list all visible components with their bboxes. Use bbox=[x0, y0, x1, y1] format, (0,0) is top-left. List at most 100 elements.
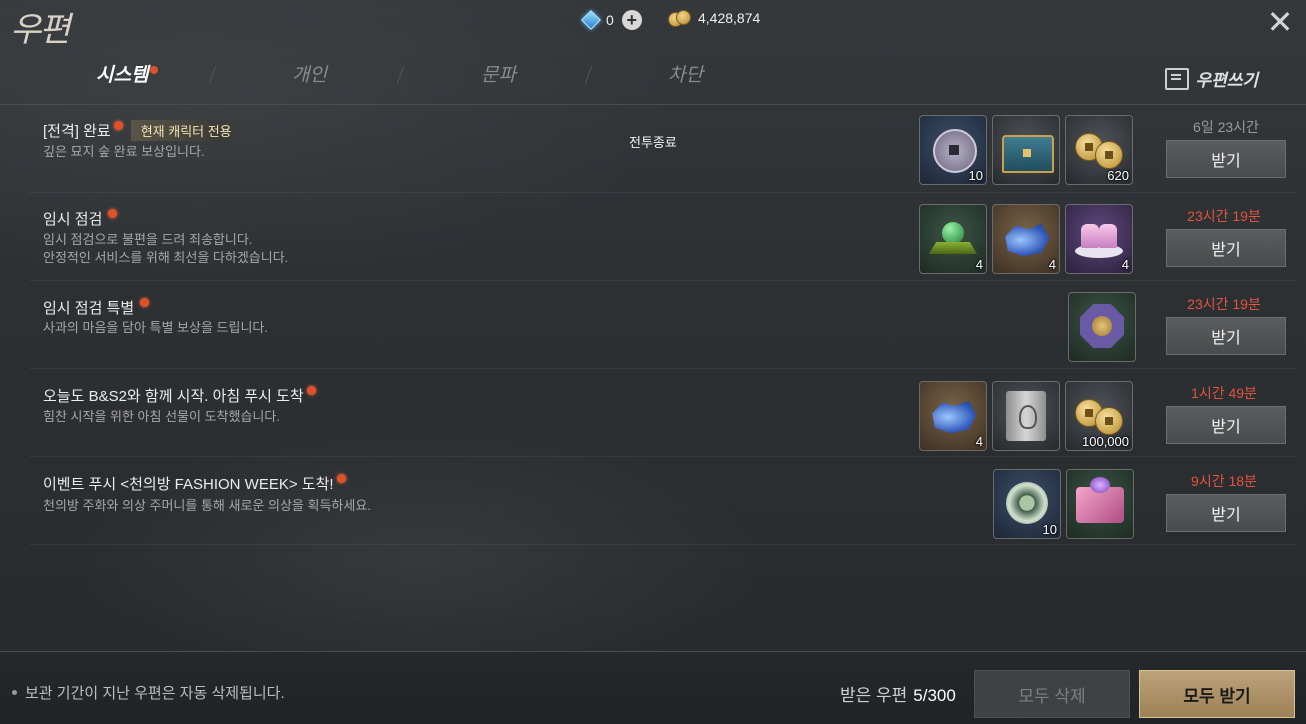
mail-status: 전투종료 bbox=[629, 135, 677, 150]
tab-system[interactable]: 시스템 bbox=[96, 60, 159, 87]
tab-label: 시스템 bbox=[96, 64, 149, 86]
silver-coin-icon bbox=[933, 129, 977, 173]
mail-count-label: 받은 우편 bbox=[840, 686, 908, 705]
mail-description: 힘찬 시작을 위한 아침 선물이 도착했습니다. bbox=[43, 409, 280, 424]
mail-row[interactable]: [전격] 완료 현재 캐릭터 전용 깊은 묘지 숲 완료 보상입니다. 전투종료… bbox=[0, 105, 1306, 193]
tab-label: 차단 bbox=[668, 64, 703, 86]
expire-time: 23시간 19분 bbox=[1187, 208, 1261, 224]
reward-item[interactable]: 4 bbox=[992, 204, 1060, 274]
tab-personal[interactable]: 개인 bbox=[292, 60, 327, 87]
mail-description: 천의방 주화와 의상 주머니를 통해 새로운 의상을 획득하세요. bbox=[43, 498, 371, 513]
edit-icon bbox=[1165, 67, 1190, 90]
gift-box-icon bbox=[1076, 477, 1124, 523]
new-indicator-icon bbox=[150, 66, 159, 74]
reward-item[interactable]: 4 bbox=[1065, 204, 1133, 274]
reward-item[interactable] bbox=[1068, 292, 1136, 362]
character-only-badge: 현재 캐릭터 전용 bbox=[130, 120, 242, 141]
jade-coin-icon bbox=[1006, 482, 1048, 524]
tab-divider bbox=[396, 66, 405, 84]
item-quantity: 10 bbox=[968, 168, 983, 183]
reward-items: 10 bbox=[993, 469, 1134, 539]
reward-items: 10 620 bbox=[919, 115, 1133, 185]
gold-coins-icon bbox=[1075, 129, 1123, 169]
gem-count: 0 bbox=[606, 12, 614, 28]
blue-gem-icon bbox=[932, 400, 977, 434]
expire-time: 9시간 18분 bbox=[1191, 473, 1257, 489]
octagon-token-icon bbox=[1080, 304, 1124, 348]
reward-items bbox=[1068, 292, 1136, 362]
reward-item[interactable] bbox=[992, 381, 1060, 451]
item-quantity: 100,000 bbox=[1082, 434, 1129, 449]
item-quantity: 4 bbox=[1048, 257, 1056, 272]
claim-button[interactable]: 받기 bbox=[1166, 494, 1286, 532]
delete-all-button[interactable]: 모두 삭제 bbox=[974, 670, 1130, 718]
reward-item[interactable]: 620 bbox=[1065, 115, 1133, 185]
mail-title-text: 이벤트 푸시 <천의방 FASHION WEEK> 도착! bbox=[43, 476, 334, 493]
reward-item[interactable]: 4 bbox=[919, 381, 987, 451]
mail-description: 사과의 마음을 담아 특별 보상을 드립니다. bbox=[43, 320, 268, 335]
close-button[interactable]: ✕ bbox=[1264, 6, 1296, 38]
mail-tabs: 시스템 개인 문파 차단 bbox=[0, 52, 1306, 104]
new-indicator-icon bbox=[113, 121, 123, 130]
item-quantity: 4 bbox=[1121, 257, 1129, 272]
write-mail-button[interactable]: 우편쓰기 bbox=[1165, 66, 1258, 91]
new-indicator-icon bbox=[140, 298, 150, 307]
reward-item[interactable]: 4 bbox=[919, 204, 987, 274]
gold-coin-icon bbox=[668, 10, 691, 27]
claim-button[interactable]: 받기 bbox=[1166, 229, 1286, 267]
auto-delete-notice: 보관 기간이 지난 우편은 자동 삭제됩니다. bbox=[12, 682, 285, 703]
mail-count-value: 5/300 bbox=[913, 686, 956, 705]
mail-row[interactable]: 오늘도 B&S2와 함께 시작. 아침 푸시 도착 힘찬 시작을 위한 아침 선… bbox=[0, 369, 1306, 457]
scroll-icon bbox=[1006, 391, 1046, 441]
reward-item[interactable]: 10 bbox=[919, 115, 987, 185]
mail-description: 깊은 묘지 숲 완료 보상입니다. bbox=[43, 144, 205, 159]
claim-button[interactable]: 받기 bbox=[1166, 140, 1286, 178]
reward-item[interactable] bbox=[992, 115, 1060, 185]
reward-item[interactable]: 10 bbox=[993, 469, 1061, 539]
row-divider bbox=[30, 544, 1296, 545]
tab-blocked[interactable]: 차단 bbox=[668, 60, 703, 87]
window-title: 우편 bbox=[10, 10, 71, 50]
mail-row[interactable]: 임시 점검 임시 점검으로 불편을 드려 죄송합니다. 안정적인 서비스를 위해… bbox=[0, 193, 1306, 281]
gold-count: 4,428,874 bbox=[698, 10, 761, 26]
pink-cake-icon bbox=[1075, 220, 1123, 260]
add-gems-button[interactable]: + bbox=[621, 10, 642, 30]
claim-button[interactable]: 받기 bbox=[1166, 406, 1286, 444]
claim-all-button[interactable]: 모두 받기 bbox=[1139, 670, 1295, 718]
tab-label: 문파 bbox=[481, 64, 516, 86]
reward-item[interactable] bbox=[1066, 469, 1134, 539]
green-orb-icon bbox=[929, 218, 977, 262]
mail-title: 임시 점검 bbox=[43, 208, 118, 229]
write-mail-label: 우편쓰기 bbox=[1195, 71, 1258, 91]
mail-title-text: 임시 점검 bbox=[43, 211, 103, 228]
gold-coins-icon bbox=[1075, 395, 1123, 435]
blue-gem-icon bbox=[1005, 223, 1050, 257]
claim-button[interactable]: 받기 bbox=[1166, 317, 1286, 355]
tab-guild[interactable]: 문파 bbox=[481, 60, 516, 87]
reward-item[interactable]: 100,000 bbox=[1065, 381, 1133, 451]
mail-title: 이벤트 푸시 <천의방 FASHION WEEK> 도착! bbox=[43, 473, 346, 494]
mail-title-text: 오늘도 B&S2와 함께 시작. 아침 푸시 도착 bbox=[43, 388, 304, 405]
expire-time: 1시간 49분 bbox=[1191, 385, 1257, 401]
top-bar: 우편 0 + 4,428,874 ✕ bbox=[0, 0, 1306, 50]
expire-time: 6일 23시간 bbox=[1193, 119, 1259, 135]
mail-title-text: [전격] 완료 bbox=[43, 123, 111, 140]
bullet-icon bbox=[12, 690, 17, 695]
reward-items: 4 100,000 bbox=[919, 381, 1133, 451]
expire-time: 23시간 19분 bbox=[1187, 296, 1261, 312]
tab-label: 개인 bbox=[292, 64, 327, 86]
item-quantity: 4 bbox=[975, 434, 983, 449]
notice-text: 보관 기간이 지난 우편은 자동 삭제됩니다. bbox=[25, 685, 285, 702]
mail-description: 임시 점검으로 불편을 드려 죄송합니다. 안정적인 서비스를 위해 최선을 다… bbox=[43, 231, 288, 267]
mail-title: 오늘도 B&S2와 함께 시작. 아침 푸시 도착 bbox=[43, 385, 316, 406]
new-indicator-icon bbox=[336, 474, 346, 483]
mail-row[interactable]: 이벤트 푸시 <천의방 FASHION WEEK> 도착! 천의방 주화와 의상… bbox=[0, 457, 1306, 545]
footer-bar: 보관 기간이 지난 우편은 자동 삭제됩니다. 받은 우편 5/300 모두 삭제… bbox=[0, 652, 1306, 724]
tab-divider bbox=[584, 66, 593, 84]
gem-currency: 0 + bbox=[581, 10, 642, 30]
mail-title: 임시 점검 특별 bbox=[43, 297, 150, 318]
new-indicator-icon bbox=[306, 386, 316, 395]
mail-row[interactable]: 임시 점검 특별 사과의 마음을 담아 특별 보상을 드립니다. 23시간 19… bbox=[0, 281, 1306, 369]
item-quantity: 620 bbox=[1107, 168, 1129, 183]
new-indicator-icon bbox=[108, 209, 118, 218]
